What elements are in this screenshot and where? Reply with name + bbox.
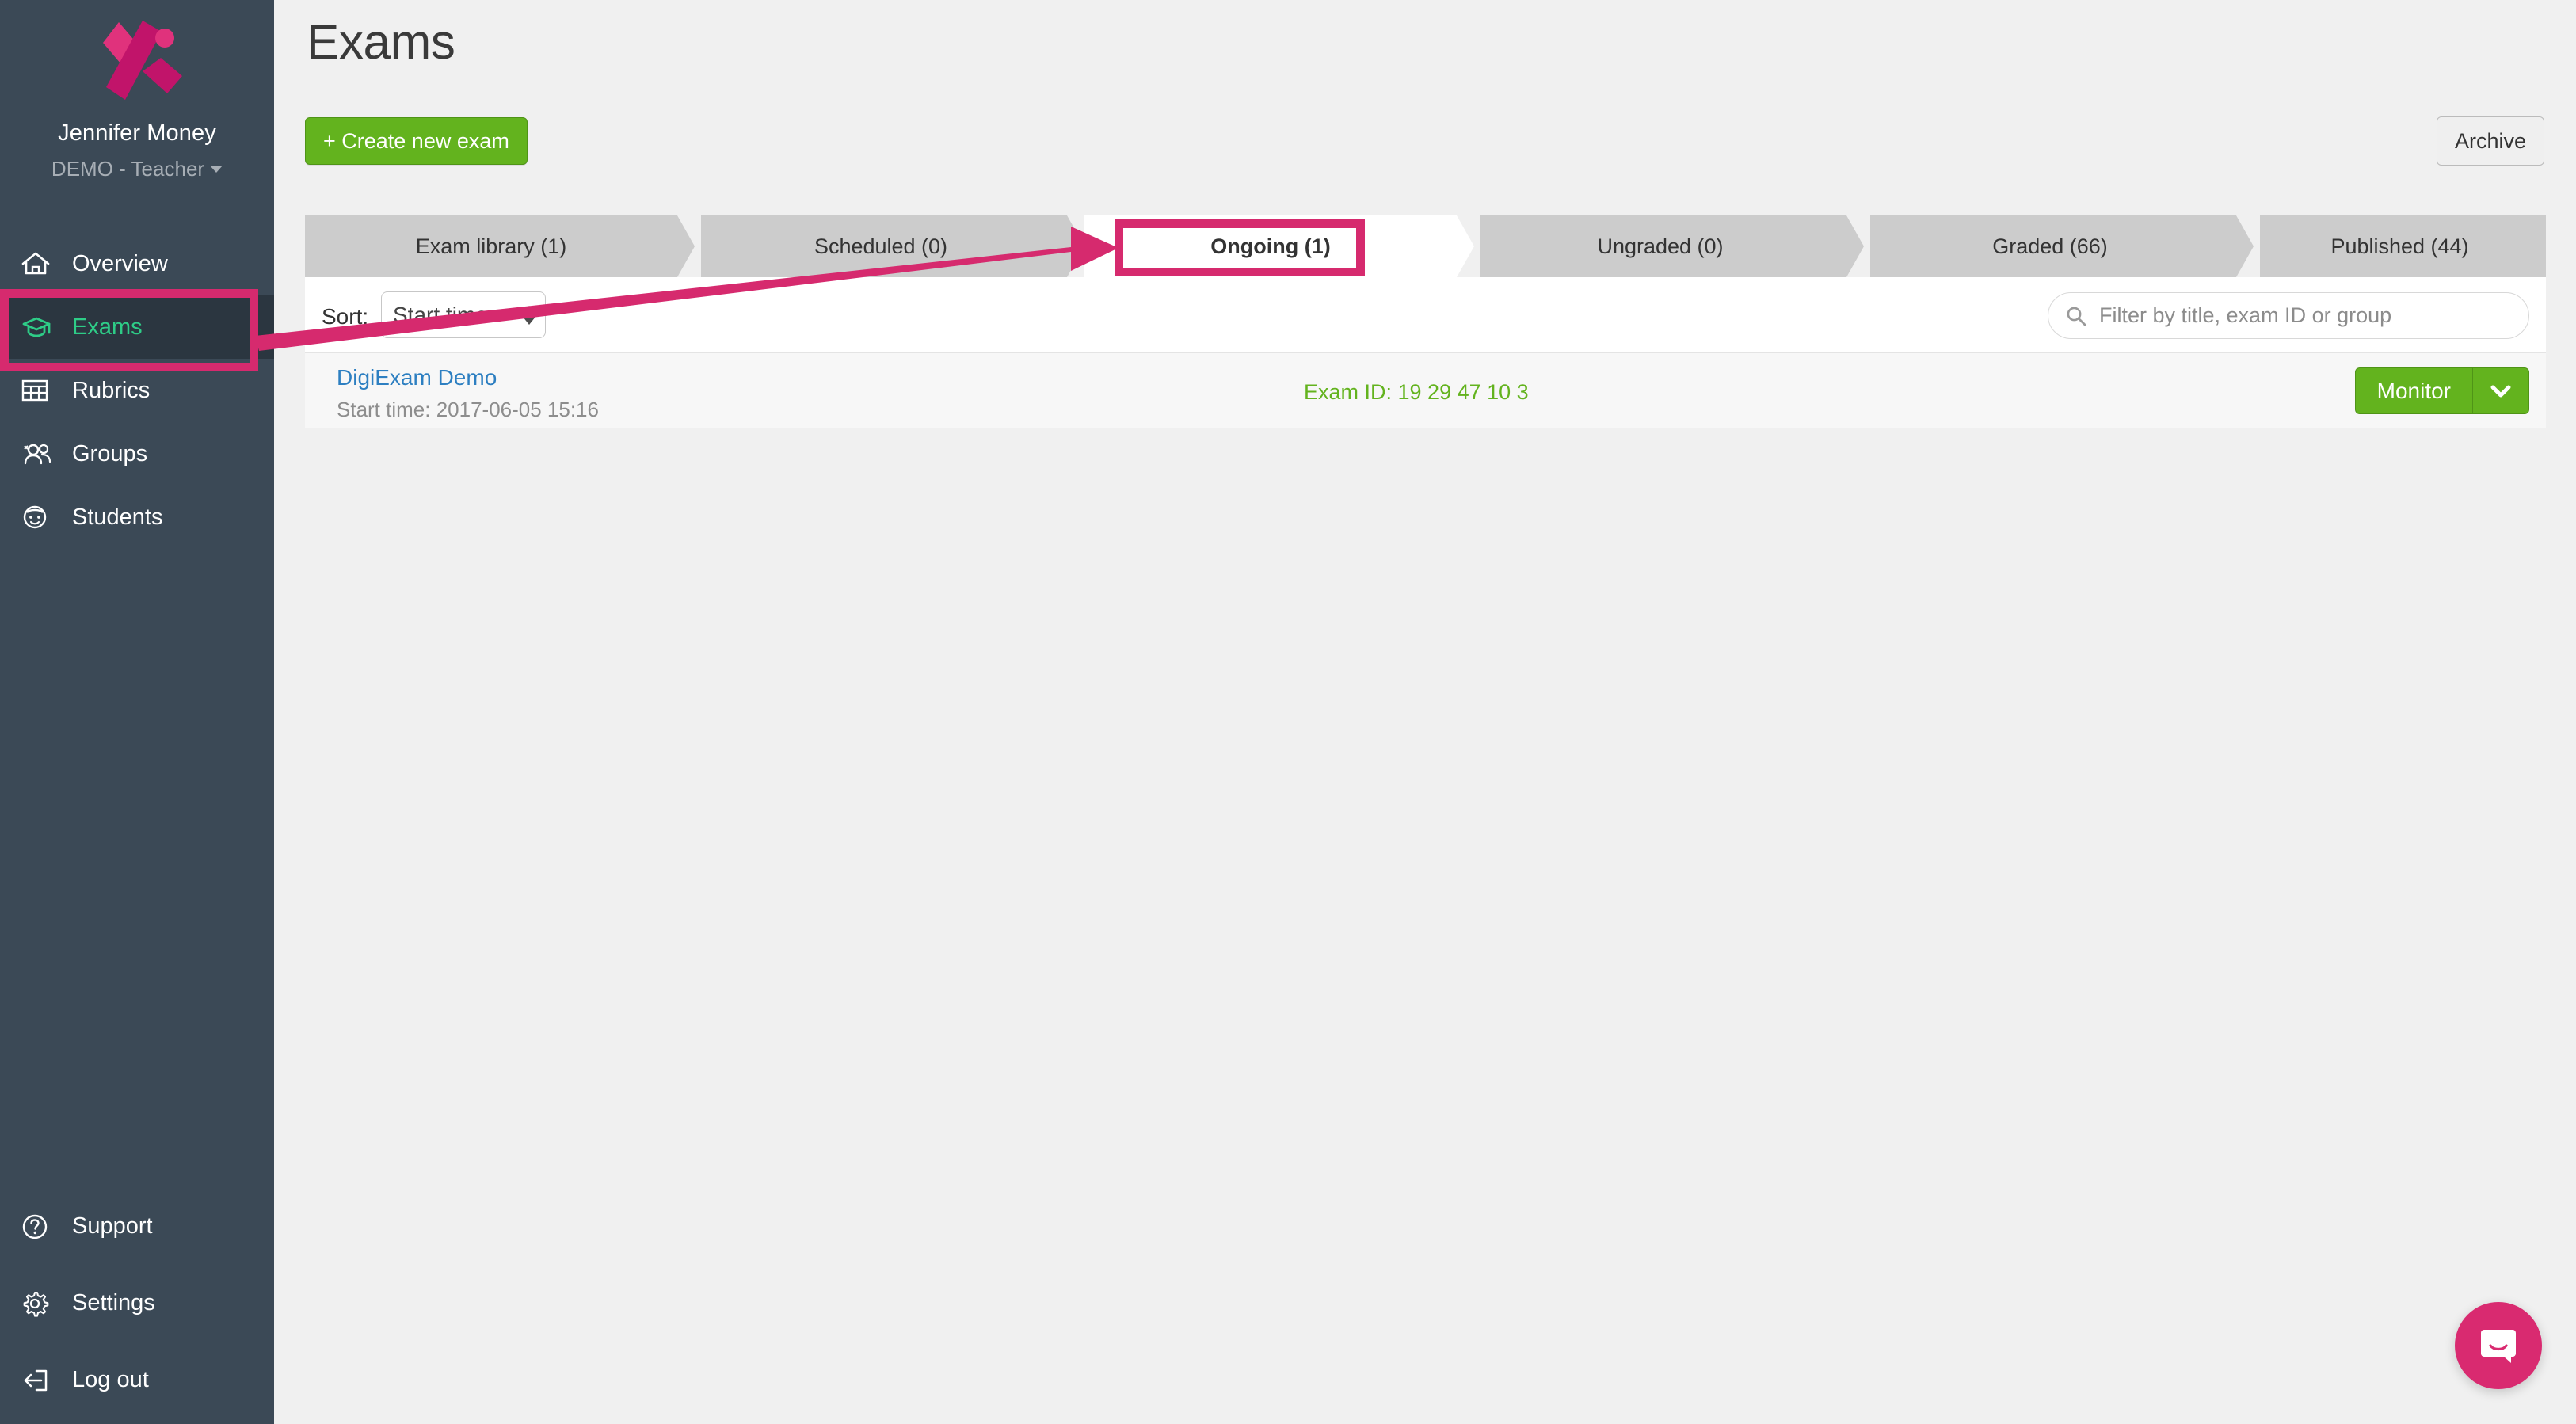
archive-button[interactable]: Archive	[2436, 116, 2544, 166]
tab-scheduled[interactable]: Scheduled (0)	[695, 215, 1091, 277]
question-circle-icon	[21, 1213, 65, 1241]
exam-start-time: Start time: 2017-06-05 15:16	[337, 398, 599, 421]
main-content: Exams + Create new exam Archive Exam lib…	[274, 0, 2576, 1424]
student-face-icon	[21, 504, 65, 531]
user-role[interactable]: DEMO - Teacher	[0, 158, 274, 179]
sidebar-nav-primary: Overview Exams Rubrics Groups Students	[0, 232, 274, 549]
tab-exam-library[interactable]: Exam library (1)	[305, 215, 701, 277]
sidebar-item-label: Students	[72, 504, 163, 530]
tab-label: Scheduled (0)	[814, 234, 948, 258]
monitor-dropdown-toggle[interactable]	[2472, 367, 2529, 414]
monitor-button[interactable]: Monitor	[2354, 367, 2472, 414]
sort-select-value: Start time	[393, 303, 488, 327]
gear-icon	[21, 1289, 65, 1318]
sidebar-item-label: Overview	[72, 250, 168, 276]
filter-input[interactable]	[2099, 303, 2511, 328]
tab-label: Graded (66)	[1992, 234, 2108, 258]
tab-published[interactable]: Published (44)	[2254, 215, 2546, 277]
users-icon	[21, 441, 65, 466]
sidebar: Jennifer Money DEMO - Teacher Overview E…	[0, 0, 274, 1424]
chevron-down-icon	[2490, 385, 2511, 397]
tab-label: Ungraded (0)	[1597, 234, 1724, 258]
digiexam-x-logo-icon	[103, 20, 182, 100]
sort-label: Sort:	[322, 304, 369, 329]
filter-field[interactable]	[2048, 292, 2529, 339]
sidebar-item-label: Support	[72, 1213, 153, 1239]
sidebar-item-rubrics[interactable]: Rubrics	[0, 359, 274, 422]
chevron-down-icon	[210, 165, 223, 173]
app-root: Jennifer Money DEMO - Teacher Overview E…	[0, 0, 2576, 1424]
exam-list-panel: Sort: Start time DigiExam Demo	[305, 277, 2546, 428]
sidebar-item-label: Groups	[72, 440, 148, 466]
sidebar-item-label: Settings	[72, 1290, 155, 1315]
tab-ongoing[interactable]: Ongoing (1)	[1084, 215, 1480, 277]
sidebar-item-label: Exams	[72, 314, 143, 340]
sidebar-item-label: Log out	[72, 1367, 149, 1392]
tab-graded[interactable]: Graded (66)	[1864, 215, 2260, 277]
user-role-label: DEMO - Teacher	[51, 157, 205, 181]
sidebar-nav-secondary: Support Settings Log out	[0, 1188, 274, 1418]
exam-title-link[interactable]: DigiExam Demo	[337, 365, 497, 390]
chat-launcher-button[interactable]	[2455, 1302, 2542, 1389]
create-new-exam-button[interactable]: + Create new exam	[305, 117, 528, 165]
sidebar-item-label: Rubrics	[72, 377, 151, 403]
sidebar-item-settings[interactable]: Settings	[0, 1265, 274, 1342]
sidebar-item-exams[interactable]: Exams	[0, 295, 274, 359]
page-title: Exams	[307, 15, 455, 70]
logout-arrow-icon	[21, 1367, 65, 1394]
home-icon	[21, 250, 65, 277]
exam-row[interactable]: DigiExam Demo Start time: 2017-06-05 15:…	[305, 352, 2546, 428]
sidebar-item-groups[interactable]: Groups	[0, 422, 274, 485]
sidebar-item-students[interactable]: Students	[0, 485, 274, 549]
tab-label: Ongoing (1)	[1210, 234, 1331, 258]
list-toolbar: Sort: Start time	[305, 277, 2546, 352]
tab-label: Published (44)	[2330, 234, 2469, 258]
tab-ungraded[interactable]: Ungraded (0)	[1474, 215, 1870, 277]
exam-status-tabs: Exam library (1) Scheduled (0) Ongoing (…	[305, 215, 2546, 277]
stepper-arrows-icon	[523, 305, 535, 325]
sidebar-item-logout[interactable]: Log out	[0, 1342, 274, 1418]
graduation-cap-icon	[21, 314, 65, 340]
sidebar-item-overview[interactable]: Overview	[0, 232, 274, 295]
user-name: Jennifer Money	[58, 120, 216, 146]
table-grid-icon	[21, 378, 65, 403]
sort-select[interactable]: Start time	[381, 291, 546, 338]
exam-id: Exam ID: 19 29 47 10 3	[1304, 380, 1529, 404]
tab-label: Exam library (1)	[415, 234, 567, 258]
search-icon	[2067, 307, 2086, 326]
monitor-button-group: Monitor	[2354, 367, 2529, 414]
chat-bubble-icon	[2481, 1330, 2516, 1363]
sidebar-item-support[interactable]: Support	[0, 1188, 274, 1265]
brand-logo[interactable]	[0, 0, 274, 119]
